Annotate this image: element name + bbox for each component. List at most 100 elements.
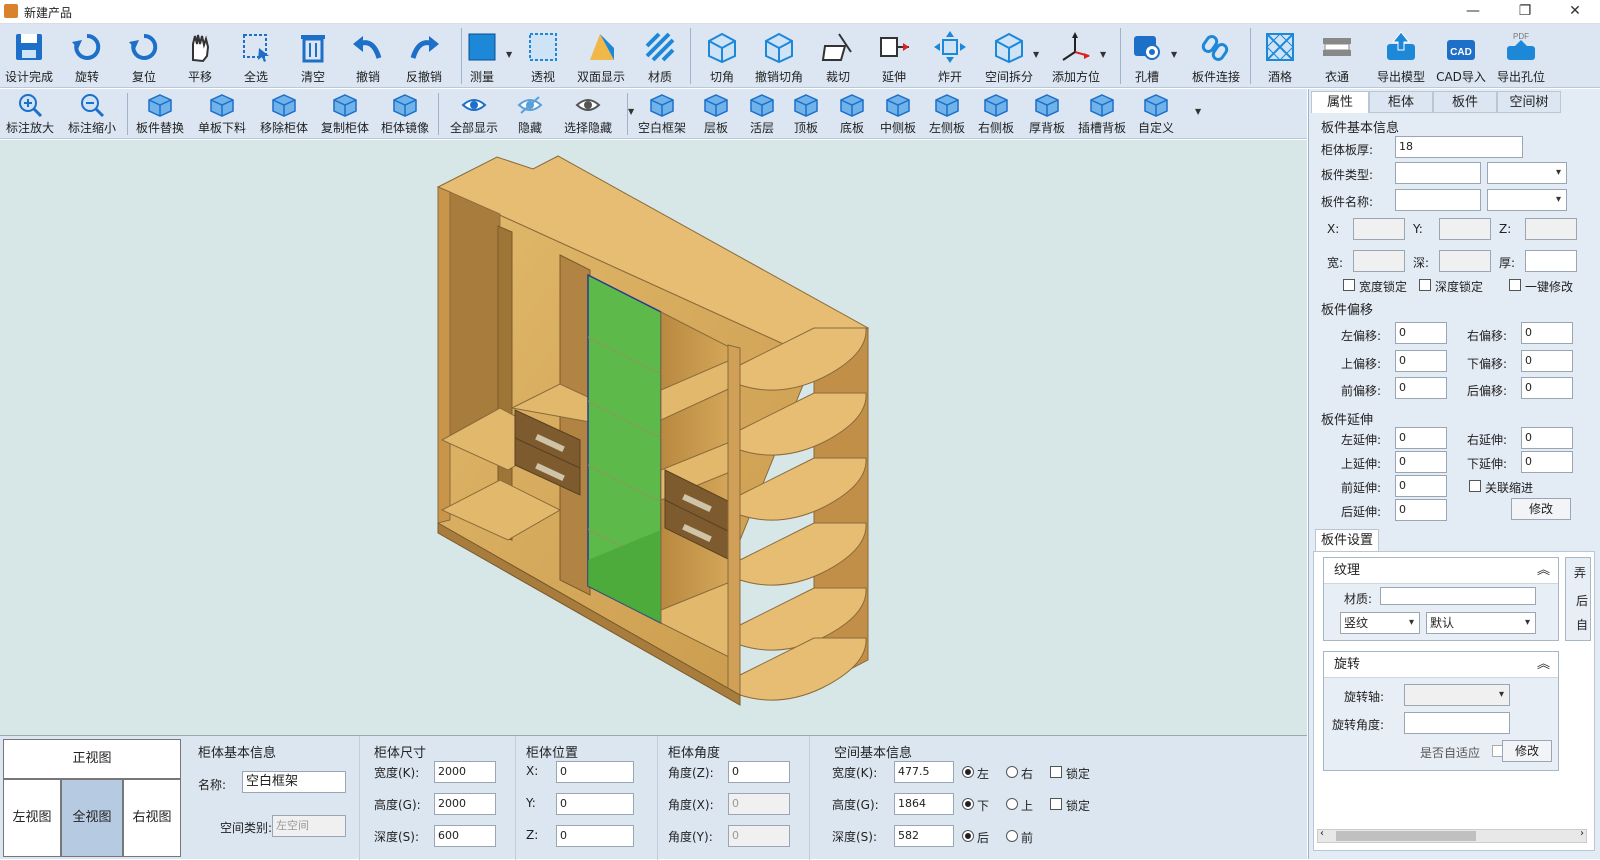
tab-panel-settings[interactable]: 板件设置 — [1315, 529, 1379, 551]
scroll-left-icon[interactable]: ‹ — [1320, 828, 1324, 839]
blank-frame-button[interactable]: 空白框架 — [637, 91, 687, 137]
lock-width-checkbox[interactable] — [1050, 766, 1062, 778]
axis-button[interactable]: 添加方位 — [1048, 26, 1104, 86]
select-hide-button[interactable]: 选择隐藏 — [563, 91, 613, 137]
modify-button[interactable]: 修改 — [1511, 498, 1571, 520]
panel-thick-input[interactable] — [1525, 250, 1577, 272]
tab-cabinet[interactable]: 柜体 — [1369, 91, 1433, 113]
rotate-header[interactable]: 旋转 ︽ — [1324, 652, 1558, 678]
left-view-button[interactable]: 左视图 — [3, 779, 61, 857]
full-view-button[interactable]: 全视图 — [61, 779, 123, 857]
radio-up[interactable] — [1006, 798, 1018, 810]
measure-button[interactable]: 测量 — [454, 26, 510, 86]
tab-space-tree[interactable]: 空间树 — [1497, 91, 1561, 113]
slot-back-button[interactable]: 插槽背板 — [1077, 91, 1127, 137]
width-lock-checkbox[interactable] — [1343, 279, 1355, 291]
grain-default-select[interactable]: 默认 ▾ — [1426, 612, 1536, 634]
lock-height-checkbox[interactable] — [1050, 798, 1062, 810]
panel-replace-button[interactable]: 板件替换 — [135, 91, 185, 137]
restore-button[interactable]: ❐ — [1502, 0, 1548, 24]
off-front-input[interactable]: 0 — [1395, 377, 1447, 399]
ext-left-input[interactable]: 0 — [1395, 427, 1447, 449]
scroll-right-icon[interactable]: › — [1580, 828, 1584, 839]
select-all-button[interactable]: 全选 — [228, 26, 284, 86]
copy-cabinet-button[interactable]: 复制柜体 — [320, 91, 370, 137]
hide-button[interactable]: 隐藏 — [505, 91, 555, 137]
off-right-input[interactable]: 0 — [1521, 322, 1573, 344]
cabinet-width-input[interactable]: 2000 — [434, 761, 496, 783]
collapse-icon[interactable]: ︽ — [1537, 652, 1550, 678]
rotate-button[interactable]: 旋转 — [59, 26, 115, 86]
ext-top-input[interactable]: 0 — [1395, 451, 1447, 473]
cabinet-name-input[interactable]: 空白框架 — [242, 771, 346, 793]
pos-y-input[interactable]: 0 — [556, 793, 634, 815]
3d-viewport[interactable] — [0, 140, 1307, 735]
thick-back-button[interactable]: 厚背板 — [1022, 91, 1072, 137]
radio-right[interactable] — [1006, 766, 1018, 778]
close-button[interactable]: ✕ — [1552, 0, 1598, 24]
link-button[interactable]: 板件连接 — [1188, 26, 1244, 86]
radio-front[interactable] — [1006, 830, 1018, 842]
one-key-checkbox[interactable] — [1509, 279, 1521, 291]
material-input[interactable] — [1380, 587, 1536, 605]
minimize-button[interactable]: — — [1450, 0, 1496, 24]
export-model-button[interactable]: 导出模型 — [1373, 26, 1429, 86]
perspective-button[interactable]: 透视 — [515, 26, 571, 86]
space-height-input[interactable]: 1864 — [894, 793, 954, 815]
panel-type-input[interactable] — [1395, 162, 1481, 184]
redo-button[interactable]: 反撤销 — [396, 26, 452, 86]
rotate-modify-button[interactable]: 修改 — [1502, 740, 1552, 762]
ext-right-input[interactable]: 0 — [1521, 427, 1573, 449]
panel-name-select[interactable]: ▾ — [1487, 189, 1567, 211]
scroll-thumb[interactable] — [1336, 831, 1476, 841]
pdf-export-button[interactable]: PDF 导出孔位 — [1493, 26, 1549, 86]
cabinet-depth-input[interactable]: 600 — [434, 825, 496, 847]
space-split-button[interactable]: 空间拆分 — [981, 26, 1037, 86]
off-left-input[interactable]: 0 — [1395, 322, 1447, 344]
rotate-axis-select[interactable]: ▾ — [1404, 684, 1510, 706]
pos-x-input[interactable]: 0 — [556, 761, 634, 783]
thickness-input[interactable]: 18 — [1395, 136, 1523, 158]
linked-shrink-checkbox[interactable] — [1469, 480, 1481, 492]
dropdown-arrow-icon[interactable]: ▼ — [628, 107, 634, 116]
eye-button[interactable]: 全部显示 — [449, 91, 499, 137]
ext-back-input[interactable]: 0 — [1395, 499, 1447, 521]
cabinet-height-input[interactable]: 2000 — [434, 793, 496, 815]
grain-select[interactable]: 竖纹 ▾ — [1340, 612, 1420, 634]
space-depth-input[interactable]: 582 — [894, 825, 954, 847]
angle-z-input[interactable]: 0 — [728, 761, 790, 783]
save-button[interactable]: 设计完成 — [1, 26, 57, 86]
dropdown-arrow-icon[interactable]: ▼ — [1195, 107, 1201, 116]
front-view-button[interactable]: 正视图 — [3, 739, 181, 779]
hanger-rail-button[interactable]: 衣通 — [1309, 26, 1365, 86]
radio-back[interactable] — [962, 830, 974, 842]
double-side-button[interactable]: 双面显示 — [573, 26, 629, 86]
right-view-button[interactable]: 右视图 — [123, 779, 181, 857]
zoom-out-button[interactable]: 标注缩小 — [67, 91, 117, 137]
custom-button[interactable]: 自定义 — [1131, 91, 1181, 137]
space-width-input[interactable]: 477.5 — [894, 761, 954, 783]
mirror-button[interactable]: 柜体镜像 — [380, 91, 430, 137]
wine-rack-button[interactable]: 酒格 — [1252, 26, 1308, 86]
explode-button[interactable]: 炸开 — [922, 26, 978, 86]
off-bottom-input[interactable]: 0 — [1521, 350, 1573, 372]
hole-button[interactable]: 孔槽 — [1119, 26, 1175, 86]
ext-bottom-input[interactable]: 0 — [1521, 451, 1573, 473]
dropdown-arrow-icon[interactable]: ▼ — [1171, 50, 1177, 59]
horizontal-scrollbar[interactable]: ‹ › — [1317, 828, 1587, 843]
ext-front-input[interactable]: 0 — [1395, 475, 1447, 497]
material-button[interactable]: 材质 — [632, 26, 688, 86]
tab-attributes[interactable]: 属性 — [1311, 91, 1369, 113]
off-top-input[interactable]: 0 — [1395, 350, 1447, 372]
radio-left[interactable] — [962, 766, 974, 778]
panel-type-select[interactable]: ▾ — [1487, 162, 1567, 184]
remove-cabinet-button[interactable]: 移除柜体 — [259, 91, 309, 137]
single-board-button[interactable]: 单板下料 — [197, 91, 247, 137]
rotate-angle-input[interactable] — [1404, 712, 1510, 734]
cad-import-button[interactable]: CAD CAD导入 — [1433, 26, 1489, 86]
depth-lock-checkbox[interactable] — [1419, 279, 1431, 291]
off-back-input[interactable]: 0 — [1521, 377, 1573, 399]
undo-chamfer-button[interactable]: 撤销切角 — [751, 26, 807, 86]
tab-panel[interactable]: 板件 — [1433, 91, 1497, 113]
dropdown-arrow-icon[interactable]: ▼ — [1033, 50, 1039, 59]
